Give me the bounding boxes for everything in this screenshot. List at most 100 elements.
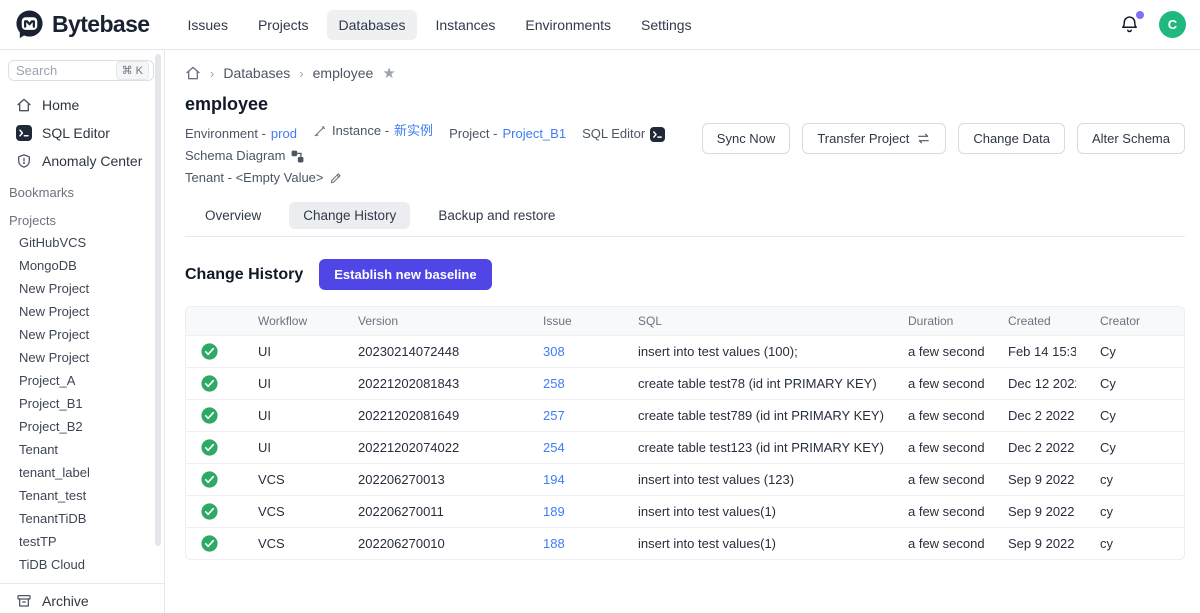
sidebar-item-sql-editor[interactable]: SQL Editor: [0, 119, 164, 147]
project-link[interactable]: Project_B1: [502, 123, 566, 145]
project-item-tenant-test-11[interactable]: Tenant_test: [0, 484, 164, 507]
project-item-project-b2-8[interactable]: Project_B2: [0, 415, 164, 438]
project-item-tidb-cloud-14[interactable]: TiDB Cloud: [0, 553, 164, 576]
action-buttons: Sync Now Transfer Project Change Data Alter…: [702, 123, 1185, 189]
cell-duration: a few seconds: [884, 528, 984, 560]
cell-issue: 308: [519, 336, 614, 368]
column-header-duration: Duration: [884, 307, 984, 336]
sql-editor-icon: [16, 125, 32, 141]
project-item-new-project-3[interactable]: New Project: [0, 300, 164, 323]
bytebase-logo[interactable]: Bytebase: [14, 9, 149, 40]
search-box[interactable]: ⌘ K: [8, 60, 154, 81]
home-icon[interactable]: [185, 65, 201, 81]
archive-icon: [16, 593, 32, 609]
bookmark-star-icon[interactable]: ★: [382, 66, 395, 81]
main-content: › Databases › employee ★ employee Enviro…: [165, 50, 1200, 613]
meta-sql-editor[interactable]: SQL Editor: [582, 123, 665, 145]
issue-link[interactable]: 257: [543, 408, 565, 423]
notification-dot: [1136, 11, 1144, 19]
project-item-mongodb-1[interactable]: MongoDB: [0, 254, 164, 277]
breadcrumb-separator: ›: [299, 66, 303, 81]
cell-sql: insert into test values (100);: [614, 336, 884, 368]
alter-schema-button[interactable]: Alter Schema: [1077, 123, 1185, 154]
sidebar-item-label: Home: [42, 97, 79, 113]
meta-project: Project - Project_B1: [449, 123, 566, 145]
breadcrumb-databases[interactable]: Databases: [223, 65, 290, 81]
status-success-icon: [201, 439, 218, 454]
nav-item-settings[interactable]: Settings: [629, 10, 704, 40]
project-item-new-project-2[interactable]: New Project: [0, 277, 164, 300]
project-item-tenant-9[interactable]: Tenant: [0, 438, 164, 461]
cell-sql: create table test78 (id int PRIMARY KEY): [614, 368, 884, 400]
sidebar: ⌘ K HomeSQL EditorAnomaly Center Bookmar…: [0, 50, 165, 613]
project-item-new-project-5[interactable]: New Project: [0, 346, 164, 369]
tab-change-history[interactable]: Change History: [289, 202, 410, 229]
cell-creator: Cy: [1076, 336, 1184, 368]
column-header-issue: Issue: [519, 307, 614, 336]
cell-issue: 258: [519, 368, 614, 400]
cell-sql: create table test789 (id int PRIMARY KEY…: [614, 400, 884, 432]
nav-item-instances[interactable]: Instances: [423, 10, 507, 40]
breadcrumb-employee[interactable]: employee: [313, 65, 374, 81]
status-success-icon: [201, 503, 218, 518]
cell-issue: 188: [519, 528, 614, 560]
sidebar-item-anomaly-center[interactable]: Anomaly Center: [0, 147, 164, 175]
project-item-project-a-6[interactable]: Project_A: [0, 369, 164, 392]
table-row: UI20221202081843 258 create table test78 (…: [186, 368, 1184, 400]
sidebar-nav: Home SQL EditorAnomaly Center: [0, 91, 164, 175]
sidebar-item-archive[interactable]: Archive: [0, 587, 164, 613]
cell-issue: 257: [519, 400, 614, 432]
sync-now-button[interactable]: Sync Now: [702, 123, 791, 154]
nav-item-environments[interactable]: Environments: [513, 10, 623, 40]
tab-backup-and-restore[interactable]: Backup and restore: [424, 202, 569, 229]
cell-sql: create table test123 (id int PRIMARY KEY…: [614, 432, 884, 464]
avatar[interactable]: C: [1159, 11, 1186, 38]
change-data-button[interactable]: Change Data: [958, 123, 1065, 154]
cell-version: 20221202081843: [334, 368, 519, 400]
search-input[interactable]: [16, 63, 86, 78]
tenant-label: Tenant - <Empty Value>: [185, 167, 324, 189]
issue-link[interactable]: 258: [543, 376, 565, 391]
edit-pencil-icon[interactable]: [329, 171, 343, 185]
instance-link[interactable]: 新实例: [394, 120, 433, 142]
nav-items: IssuesProjectsDatabasesInstancesEnvironm…: [175, 10, 703, 40]
tab-overview[interactable]: Overview: [191, 202, 275, 229]
project-item-tenanttidb-12[interactable]: TenantTiDB: [0, 507, 164, 530]
issue-link[interactable]: 194: [543, 472, 565, 487]
cell-creator: Cy: [1076, 368, 1184, 400]
project-item-githubvcs-0[interactable]: GitHubVCS: [0, 231, 164, 254]
project-item-new-project-4[interactable]: New Project: [0, 323, 164, 346]
page-title: employee: [185, 94, 1185, 115]
nav-item-databases[interactable]: Databases: [327, 10, 418, 40]
issue-link[interactable]: 189: [543, 504, 565, 519]
transfer-project-button[interactable]: Transfer Project: [802, 123, 946, 154]
notifications-bell-icon[interactable]: [1119, 13, 1141, 37]
archive-label: Archive: [42, 593, 89, 609]
cell-sql: insert into test values (123): [614, 464, 884, 496]
cell-issue: 194: [519, 464, 614, 496]
issue-link[interactable]: 254: [543, 440, 565, 455]
sidebar-scrollbar[interactable]: [155, 54, 161, 546]
project-item-testtp-13[interactable]: testTP: [0, 530, 164, 553]
cell-workflow: UI: [234, 368, 334, 400]
cell-workflow: UI: [234, 336, 334, 368]
environment-link[interactable]: prod: [271, 123, 297, 145]
meta-environment: Environment - prod: [185, 123, 297, 145]
meta-schema-diagram[interactable]: Schema Diagram: [185, 145, 305, 167]
cell-created: Sep 9 2022: [984, 496, 1076, 528]
nav-item-issues[interactable]: Issues: [175, 10, 239, 40]
issue-link[interactable]: 308: [543, 344, 565, 359]
project-item-project-b1-7[interactable]: Project_B1: [0, 392, 164, 415]
project-label: Project -: [449, 123, 497, 145]
cell-workflow: VCS: [234, 464, 334, 496]
establish-baseline-button[interactable]: Establish new baseline: [319, 259, 491, 290]
nav-item-projects[interactable]: Projects: [246, 10, 321, 40]
cell-duration: a few seconds: [884, 368, 984, 400]
sidebar-item-home[interactable]: Home: [0, 91, 164, 119]
project-item-tenant-label-10[interactable]: tenant_label: [0, 461, 164, 484]
column-header-sql: SQL: [614, 307, 884, 336]
issue-link[interactable]: 188: [543, 536, 565, 551]
brand-wordmark: Bytebase: [52, 11, 149, 38]
cell-version: 20230214072448: [334, 336, 519, 368]
cell-creator: cy: [1076, 464, 1184, 496]
